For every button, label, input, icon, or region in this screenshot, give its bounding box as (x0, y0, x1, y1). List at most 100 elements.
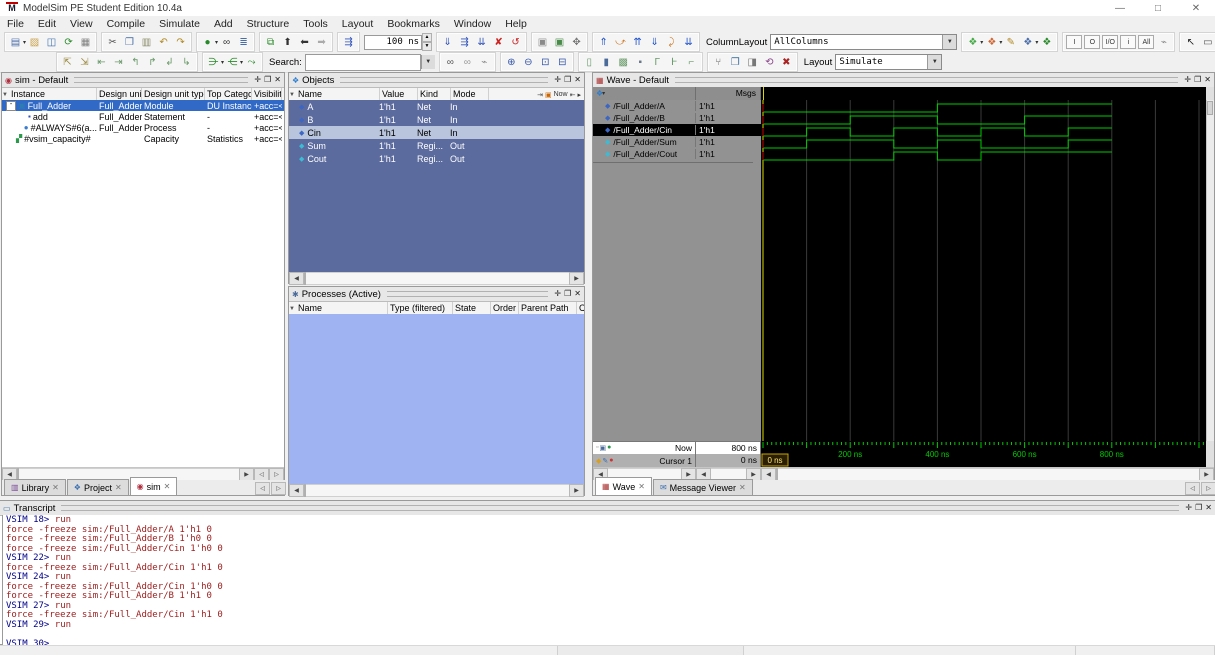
undock-window-icon[interactable]: ❐ (564, 76, 571, 84)
dock-plus-icon[interactable]: ✛ (1185, 504, 1192, 512)
collapse-list-icon[interactable]: ≣ (236, 35, 251, 50)
now-box-icon[interactable]: ▣ (545, 91, 552, 99)
open-folder-icon[interactable]: ▨ (27, 35, 42, 50)
wave-group-header[interactable]: ❖ ▾ (593, 87, 696, 100)
menu-edit[interactable]: Edit (31, 17, 63, 31)
close-panel-icon[interactable]: ✕ (574, 76, 581, 84)
next-transition-icon[interactable]: ⇓ (647, 35, 662, 50)
dock-plus-icon[interactable]: ✛ (1184, 76, 1191, 84)
wave-vscrollbar[interactable] (1206, 100, 1214, 441)
add-log-icon[interactable]: ❖ (1039, 35, 1054, 50)
reload-icon[interactable]: ⟳ (61, 35, 76, 50)
break-icon[interactable]: ✘ (491, 35, 506, 50)
tab-close-icon[interactable]: ✕ (52, 483, 59, 492)
layout-combo-dropdown-icon[interactable]: ▼ (927, 55, 941, 69)
search-input[interactable] (305, 54, 421, 71)
transcript-body[interactable]: VSIM 18> runforce -freeze sim:/Full_Adde… (2, 515, 1215, 645)
wave-signal-row[interactable]: ◆/Full_Adder/B1'h1 (593, 112, 761, 124)
columnlayout-combo-dropdown-icon[interactable]: ▼ (942, 35, 956, 49)
filter-in-button[interactable]: I (1066, 35, 1082, 49)
sim-tree-row[interactable]: ●#ALWAYS#6(a...Full_AdderProcess-+acc=<.… (2, 122, 284, 133)
collapse-net-icon[interactable]: ⋲ (225, 55, 240, 70)
mode-bar-icon[interactable]: ▯ (582, 55, 597, 70)
pan-hand-icon[interactable]: ✥ (569, 35, 584, 50)
wave-hscrollbar[interactable]: ◀▶ (761, 467, 1214, 481)
zoom-range-icon[interactable]: ⊟ (555, 55, 570, 70)
rise-edge-icon[interactable]: ↱ (145, 55, 160, 70)
insert-pulse-icon[interactable]: ⇱ (60, 55, 75, 70)
find-next-icon[interactable]: ∞ (443, 55, 458, 70)
restart-icon[interactable]: ⧉ (263, 35, 278, 50)
rotate-down-icon[interactable]: ⤸ (664, 35, 679, 50)
filter-out-button[interactable]: O (1084, 35, 1100, 49)
transcript-titlebar[interactable]: ▭ Transcript ✛❐✕ (0, 501, 1215, 516)
maximize-button[interactable]: □ (1139, 0, 1177, 16)
close-panel-icon[interactable]: ✕ (1205, 504, 1212, 512)
filter-all-button[interactable]: All (1138, 35, 1154, 49)
menu-window[interactable]: Window (447, 17, 498, 31)
cut-icon[interactable]: ✂ (105, 35, 120, 50)
sim-tree-row[interactable]: ▪addFull_AdderStatement-+acc=<... (2, 111, 284, 122)
wave-signal-row[interactable]: ◆/Full_Adder/Sum1'h1 (593, 136, 761, 148)
print-icon[interactable]: ▦ (78, 35, 93, 50)
wave-signal-row[interactable]: ◆/Full_Adder/Cout1'h1 (593, 148, 761, 160)
fall-edge-icon[interactable]: ↰ (128, 55, 143, 70)
menu-bookmarks[interactable]: Bookmarks (380, 17, 447, 31)
sim-tree-row[interactable]: ▞#vsim_capacity#CapacityStatistics+acc=<… (2, 133, 284, 144)
tab-close-icon[interactable]: ✕ (638, 482, 645, 491)
trace-net-icon[interactable]: ⤳ (244, 55, 259, 70)
wave-view-icon[interactable]: ▣ (599, 444, 606, 452)
tab-sim[interactable]: ◉sim✕ (130, 477, 178, 495)
close-panel-icon[interactable]: ✕ (274, 76, 281, 84)
undo-icon[interactable]: ↶ (156, 35, 171, 50)
sim-panel-titlebar[interactable]: ◉ sim - Default ✛❐✕ (2, 73, 284, 88)
run-icon[interactable]: ⇓ (440, 35, 455, 50)
tab-wave[interactable]: ▦Wave✕ (595, 477, 652, 495)
mode-step-icon[interactable]: Γ (650, 55, 665, 70)
copy-icon[interactable]: ❐ (122, 35, 137, 50)
wave-invert-icon[interactable]: ⟲ (762, 55, 777, 70)
low-edge-icon[interactable]: ↲ (162, 55, 177, 70)
tab-message-viewer[interactable]: ✉Message Viewer✕ (653, 479, 753, 495)
menu-structure[interactable]: Structure (240, 17, 297, 31)
filter-wand-icon[interactable]: ⌁ (1156, 35, 1171, 50)
objects-panel-titlebar[interactable]: ❖ Objects ✛❐✕ (289, 73, 584, 88)
zoom-mode-icon[interactable]: ▭ (1200, 35, 1215, 50)
compile-icon[interactable]: ● (200, 35, 215, 50)
run-all-icon[interactable]: ⇊ (474, 35, 489, 50)
undock-window-icon[interactable]: ❐ (264, 76, 271, 84)
paste-icon[interactable]: ▥ (139, 35, 154, 50)
menu-add[interactable]: Add (207, 17, 240, 31)
minimize-button[interactable]: — (1101, 0, 1139, 16)
zoom-out-icon[interactable]: ⊖ (521, 55, 536, 70)
menu-tools[interactable]: Tools (296, 17, 335, 31)
dock-plus-icon[interactable]: ✛ (554, 290, 561, 298)
object-row[interactable]: ◆Cin1'h1NetIn (289, 126, 584, 139)
wave-cursor-cell[interactable]: ◆✎● Cursor 1 (593, 454, 696, 467)
menu-simulate[interactable]: Simulate (152, 17, 207, 31)
tab-scroll-left-icon[interactable]: ◁ (1185, 482, 1200, 495)
zoom-full-icon[interactable]: ⊡ (538, 55, 553, 70)
tab-scroll-right-icon[interactable]: ▷ (1201, 482, 1215, 495)
delete-edge-icon[interactable]: ⇲ (77, 55, 92, 70)
mode-rise-icon[interactable]: Ͱ (667, 55, 682, 70)
filter-inout-button[interactable]: I/O (1102, 35, 1118, 49)
more-columns-icon[interactable]: ▸ (577, 91, 581, 99)
wave-options-icon[interactable]: ▫ (596, 444, 598, 452)
object-row[interactable]: ◆A1'h1NetIn (289, 100, 584, 113)
now-label[interactable]: Now (554, 91, 568, 98)
close-panel-icon[interactable]: ✕ (1204, 76, 1211, 84)
wave-copy-icon[interactable]: ❐ (728, 55, 743, 70)
environment-up-icon[interactable]: ⬆ (280, 35, 295, 50)
sim-tree-row[interactable]: -▣Full_AdderFull_AdderModuleDU Instance+… (2, 100, 284, 111)
mode-block-icon[interactable]: ▮ (599, 55, 614, 70)
search-dropdown-icon[interactable]: ▼ (421, 55, 435, 69)
tab-project[interactable]: ❖Project✕ (67, 479, 129, 495)
filter-internal-button[interactable]: i (1120, 35, 1136, 49)
close-panel-icon[interactable]: ✕ (574, 290, 581, 298)
close-button[interactable]: ✕ (1177, 0, 1215, 16)
dock-plus-icon[interactable]: ✛ (254, 76, 261, 84)
environment-forward-icon[interactable]: ➡ (314, 35, 329, 50)
menu-compile[interactable]: Compile (100, 17, 153, 31)
add-wave-icon[interactable]: ❖ (965, 35, 980, 50)
